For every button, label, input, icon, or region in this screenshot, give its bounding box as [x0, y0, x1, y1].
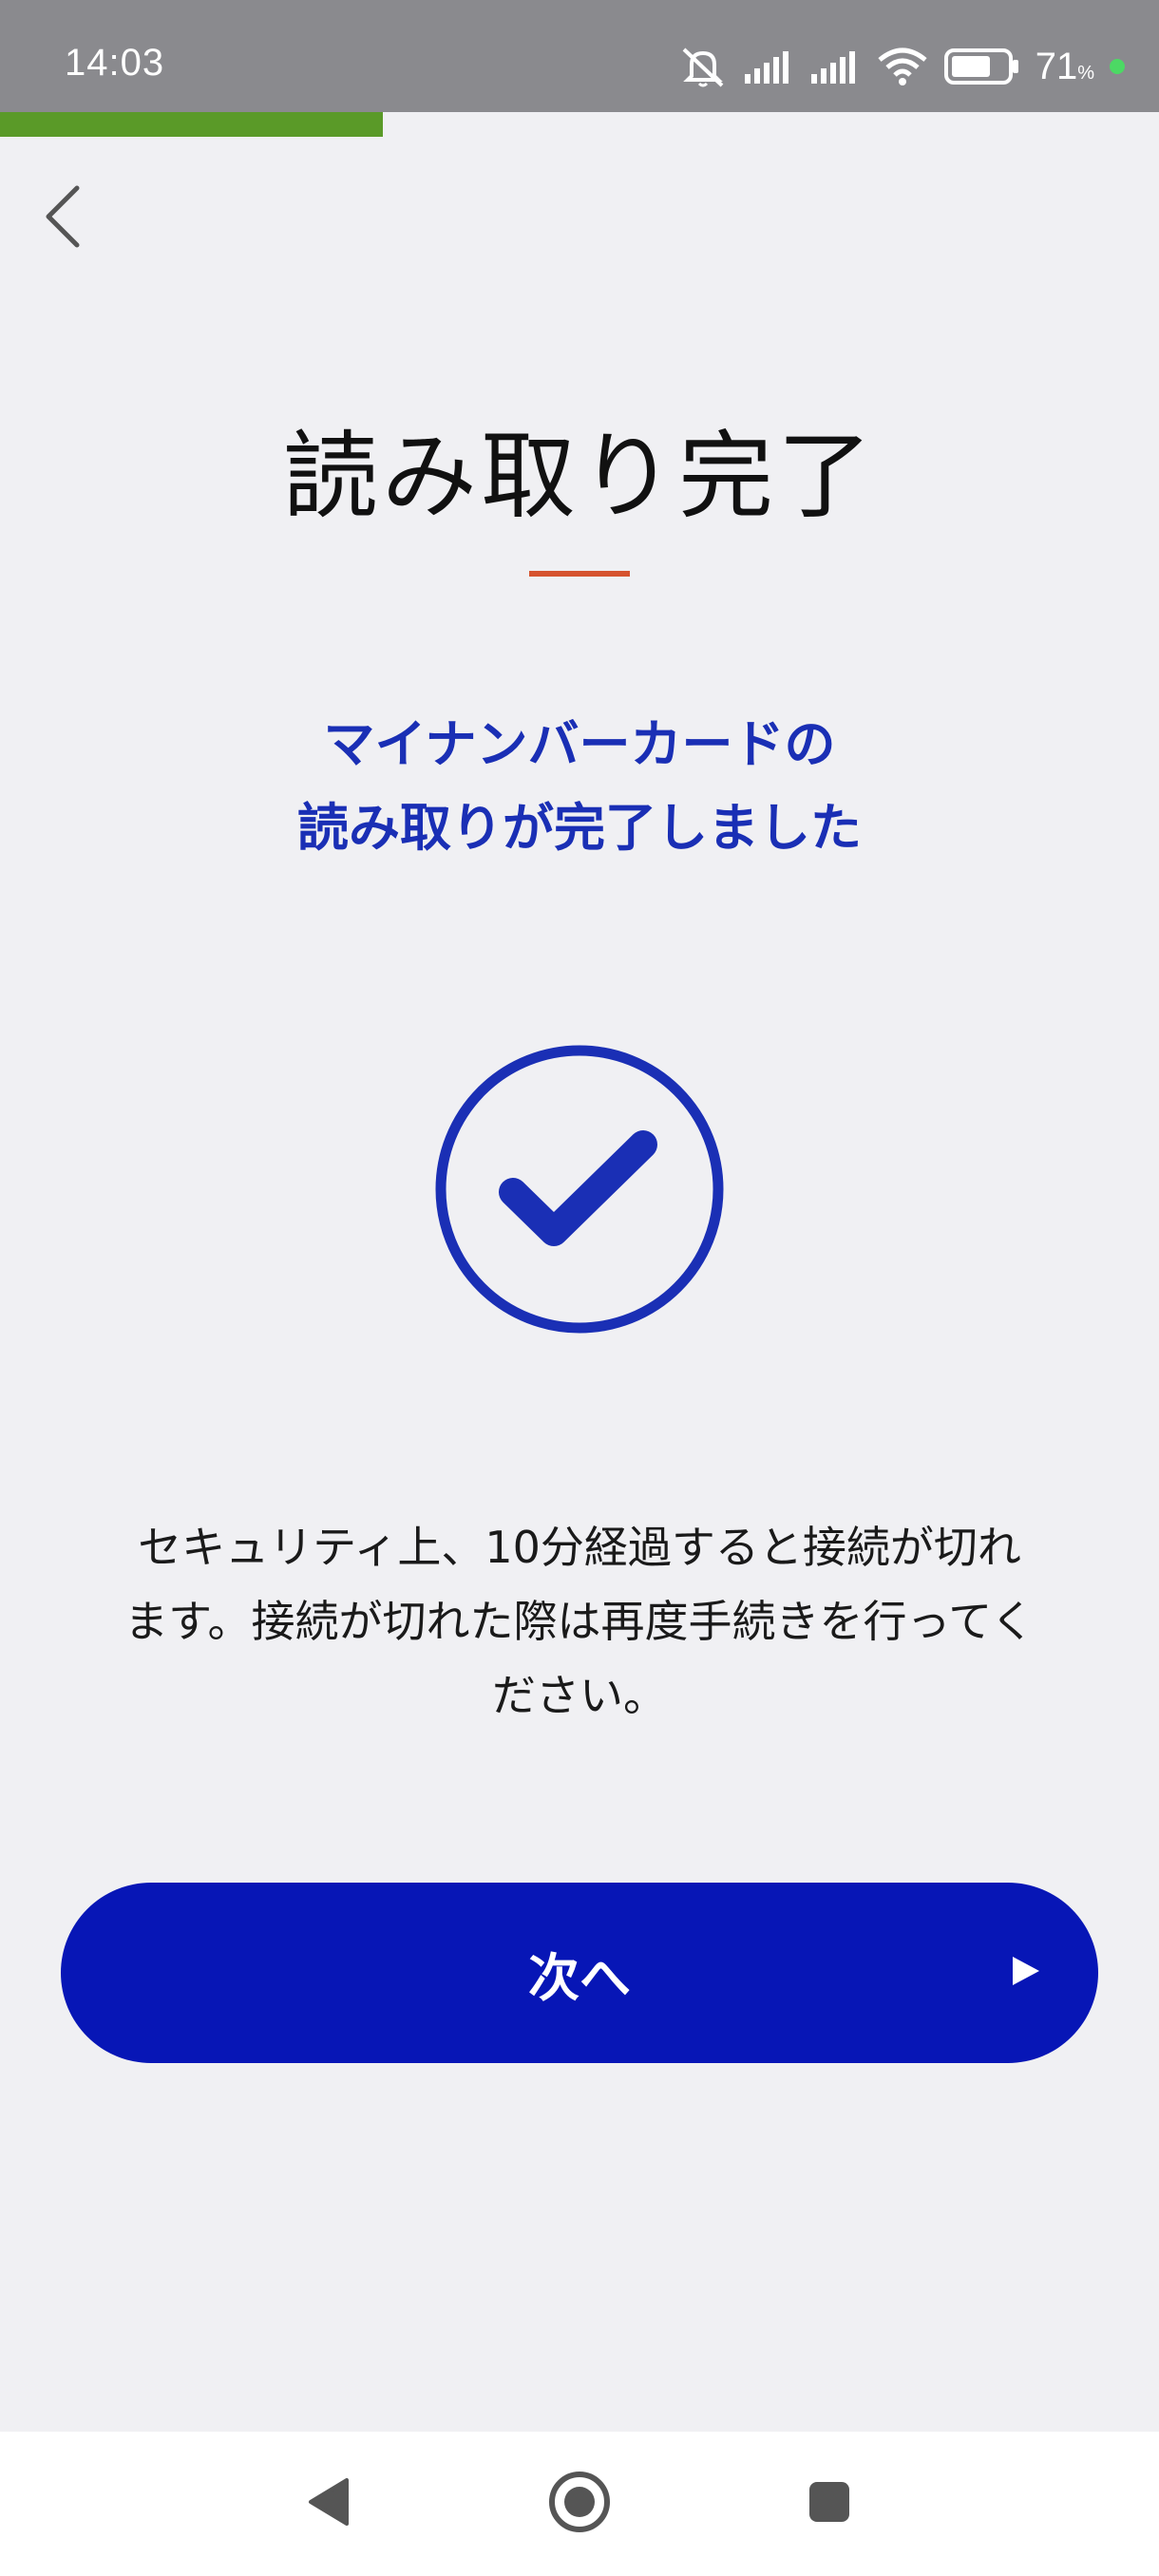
- system-nav-bar: [0, 2432, 1159, 2576]
- completion-message-line1: マイナンバーカードの: [323, 714, 836, 774]
- nav-home-button[interactable]: [542, 2466, 618, 2542]
- back-button[interactable]: [28, 176, 95, 261]
- signal-icon: [743, 49, 794, 84]
- title-underline: [529, 571, 630, 577]
- security-notice-line3: ださい。: [492, 1670, 667, 1721]
- security-notice-line2: ます。接続が切れた際は再度手続きを行ってく: [124, 1596, 1035, 1647]
- next-button-label: 次へ: [528, 1947, 631, 2008]
- triangle-back-icon: [305, 2476, 352, 2531]
- page-title: 読み取り完了: [283, 421, 876, 532]
- completion-message-line2: 読み取りが完了しました: [297, 798, 862, 858]
- nav-recents-button[interactable]: [791, 2466, 867, 2542]
- battery-icon: [943, 48, 1020, 85]
- battery-percent: 71%: [1035, 45, 1094, 87]
- nav-back-button[interactable]: [291, 2466, 367, 2542]
- mute-icon: [678, 46, 728, 87]
- next-button[interactable]: 次へ: [61, 1883, 1098, 2063]
- chevron-left-icon: [41, 182, 83, 255]
- wifi-icon: [876, 47, 929, 86]
- security-notice: セキュリティ上、10分経過すると接続が切れ ます。接続が切れた際は再度手続きを行…: [57, 1510, 1102, 1733]
- square-recents-icon: [806, 2478, 853, 2529]
- completion-message: マイナンバーカードの 読み取りが完了しました: [0, 703, 1159, 870]
- screen: 14:03 71% 読み取り完了 マイナンバーカードの 読み取りが完了しました …: [0, 0, 1159, 2576]
- charging-indicator: [1110, 59, 1125, 74]
- circle-home-icon: [547, 2470, 612, 2538]
- status-icons: 71%: [678, 38, 1125, 95]
- progress-bar: [0, 112, 1159, 137]
- signal-icon: [809, 49, 861, 84]
- status-time: 14:03: [65, 42, 165, 84]
- play-arrow-icon: [1009, 1955, 1041, 1991]
- status-bar: 14:03 71%: [0, 0, 1159, 112]
- security-notice-line1: セキュリティ上、10分経過すると接続が切れ: [138, 1522, 1021, 1573]
- check-circle-icon: [432, 1042, 727, 1336]
- progress-fill: [0, 112, 383, 137]
